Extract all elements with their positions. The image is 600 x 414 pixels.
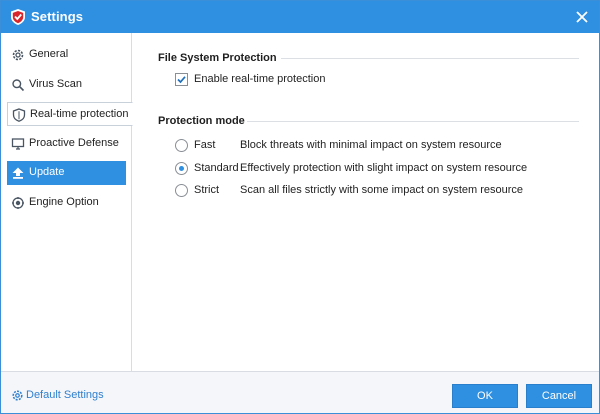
checkmark-icon <box>177 76 186 84</box>
sidebar-item-label: General <box>29 48 69 60</box>
settings-content: File System Protection Enable real-time … <box>133 33 599 371</box>
radio-description: Effectively protection with slight impac… <box>240 162 528 174</box>
engine-gear-icon <box>12 197 24 209</box>
sidebar-item-update[interactable]: Update <box>7 161 126 185</box>
gear-icon <box>12 49 24 61</box>
sidebar-item-proactive-defense[interactable]: Proactive Defense <box>7 132 126 156</box>
radio-description: Block threats with minimal impact on sys… <box>240 139 502 151</box>
radio-button[interactable] <box>175 162 188 175</box>
shield-icon <box>12 108 26 122</box>
radio-label: Strict <box>194 184 220 196</box>
radio-description: Scan all files strictly with some impact… <box>240 184 524 196</box>
ok-button[interactable]: OK <box>452 384 518 408</box>
title-bar[interactable]: Settings <box>1 1 599 33</box>
upload-arrow-icon <box>12 167 24 179</box>
footer-bar: Default Settings OK Cancel <box>1 371 599 413</box>
gear-icon <box>12 390 23 401</box>
sidebar-item-label: Proactive Defense <box>29 137 119 149</box>
search-icon <box>12 79 25 92</box>
section-divider <box>247 121 579 122</box>
sidebar-item-label: Virus Scan <box>29 78 82 90</box>
window-title: Settings <box>31 9 84 24</box>
protection-mode-heading: Protection mode <box>158 115 245 127</box>
shield-logo-icon <box>11 9 25 25</box>
radio-label: Standard <box>194 162 239 174</box>
settings-window: Settings General Virus Scan Real-time pr… <box>0 0 600 414</box>
radio-standard[interactable]: Standard Effectively protection with sli… <box>175 162 595 176</box>
sidebar-item-label: Engine Option <box>29 196 99 208</box>
radio-button[interactable] <box>175 184 188 197</box>
sidebar-item-label: Update <box>29 166 65 178</box>
radio-label: Fast <box>194 139 216 151</box>
monitor-icon <box>11 138 25 150</box>
sidebar-item-virus-scan[interactable]: Virus Scan <box>7 73 126 97</box>
checkbox-label: Enable real-time protection <box>194 73 326 85</box>
radio-strict[interactable]: Strict Scan all files strictly with some… <box>175 184 595 198</box>
sidebar: General Virus Scan Real-time protection … <box>1 33 133 371</box>
file-system-protection-heading: File System Protection <box>158 52 277 64</box>
section-divider <box>281 58 579 59</box>
sidebar-item-real-time-protection[interactable]: Real-time protection <box>7 102 133 126</box>
sidebar-item-label: Real-time protection <box>30 108 129 120</box>
default-settings-label: Default Settings <box>26 389 104 401</box>
cancel-button[interactable]: Cancel <box>526 384 592 408</box>
radio-fast[interactable]: Fast Block threats with minimal impact o… <box>175 139 595 153</box>
sidebar-item-engine-option[interactable]: Engine Option <box>7 191 126 215</box>
checkbox-box[interactable] <box>175 73 188 86</box>
radio-button[interactable] <box>175 139 188 152</box>
sidebar-item-general[interactable]: General <box>7 43 126 67</box>
close-icon[interactable] <box>573 8 591 26</box>
